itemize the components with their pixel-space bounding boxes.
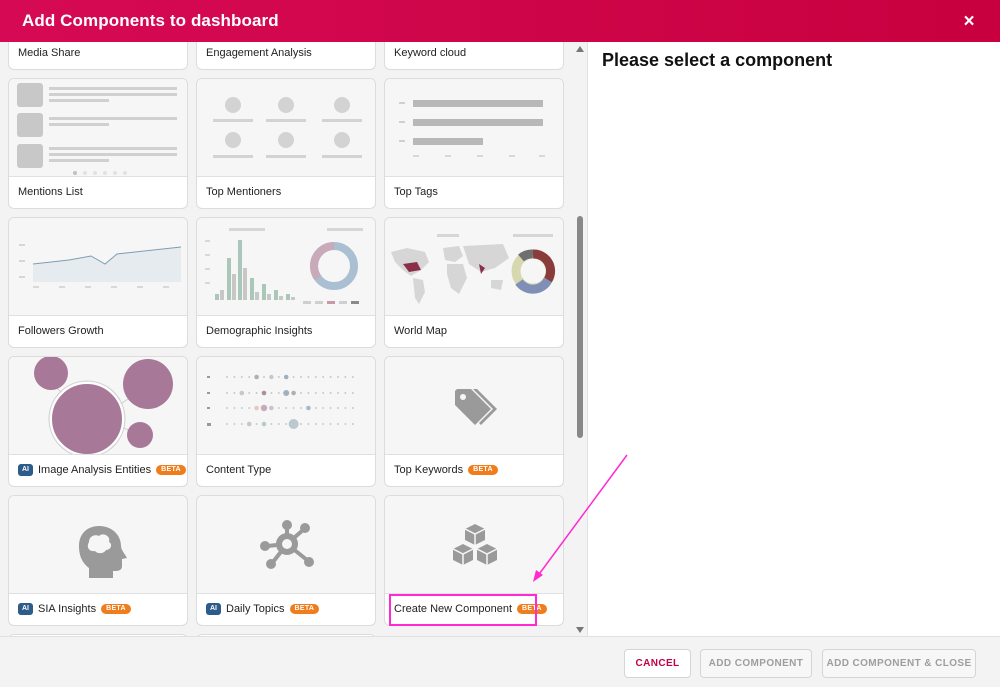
- card-label: Followers Growth: [18, 325, 104, 337]
- ai-badge: AI: [206, 603, 221, 615]
- daily-topics-preview: [197, 496, 375, 594]
- card-label: Top Mentioners: [206, 186, 282, 198]
- cancel-button[interactable]: CANCEL: [624, 649, 691, 678]
- card-label: Top Tags: [394, 186, 438, 198]
- card-label: Daily Topics: [226, 603, 285, 615]
- component-card-top-keywords[interactable]: Top Keywords BETA: [384, 356, 564, 487]
- top-keywords-preview: [385, 357, 563, 455]
- add-component-button[interactable]: ADD COMPONENT: [700, 649, 812, 678]
- card-label: Media Share: [18, 47, 81, 59]
- mentions-list-preview: [9, 79, 187, 177]
- component-card-keyword-cloud[interactable]: Keyword cloud: [384, 42, 564, 70]
- followers-growth-preview: [9, 218, 187, 316]
- beta-badge: BETA: [156, 465, 186, 475]
- card-label: Mentions List: [18, 186, 83, 198]
- beta-badge: BETA: [468, 465, 498, 475]
- image-analysis-preview: [9, 357, 187, 455]
- scroll-up-arrow-icon[interactable]: [576, 46, 584, 52]
- scroll-down-arrow-icon[interactable]: [576, 627, 584, 633]
- ai-badge: AI: [18, 603, 33, 615]
- brain-head-icon: [79, 526, 127, 578]
- add-component-and-close-button[interactable]: ADD COMPONENT & CLOSE: [822, 649, 976, 678]
- card-label: Keyword cloud: [394, 47, 467, 59]
- component-card-mentions-list[interactable]: Mentions List: [8, 78, 188, 209]
- card-label: SIA Insights: [38, 603, 97, 615]
- sia-insights-preview: [9, 496, 187, 594]
- grid-scrollbar[interactable]: [573, 42, 587, 636]
- card-label: World Map: [394, 325, 447, 337]
- component-card-media-share[interactable]: Media Share: [8, 42, 188, 70]
- top-mentioners-preview: [197, 79, 375, 177]
- content-type-preview: [197, 357, 375, 455]
- beta-badge: BETA: [101, 604, 131, 614]
- network-hub-icon: [260, 520, 314, 569]
- component-card-content-type[interactable]: Content Type: [196, 356, 376, 487]
- card-label: Content Type: [206, 464, 272, 476]
- dialog-footer: CANCEL ADD COMPONENT ADD COMPONENT & CLO…: [0, 636, 1000, 687]
- component-card-world-map[interactable]: World Map: [384, 217, 564, 348]
- component-card-image-analysis-entities[interactable]: AI Image Analysis Entities BETA: [8, 356, 188, 487]
- scrollbar-thumb[interactable]: [577, 216, 583, 438]
- top-tags-preview: [385, 79, 563, 177]
- card-label: Engagement Analysis: [206, 47, 312, 59]
- component-card-top-tags[interactable]: Top Tags: [384, 78, 564, 209]
- component-grid: Media Share Engagement Analysis Keyword …: [0, 42, 587, 636]
- content-type-dot-matrix: [207, 374, 354, 429]
- component-card-daily-topics[interactable]: AI Daily Topics BETA: [196, 495, 376, 626]
- component-card-top-mentioners[interactable]: Top Mentioners: [196, 78, 376, 209]
- ai-badge: AI: [18, 464, 33, 476]
- component-card-followers-growth[interactable]: Followers Growth: [8, 217, 188, 348]
- component-card-engagement-analysis[interactable]: Engagement Analysis: [196, 42, 376, 70]
- component-card-sia-insights[interactable]: AI SIA Insights BETA: [8, 495, 188, 626]
- card-label: Image Analysis Entities: [38, 464, 152, 476]
- highlight-annotation: [389, 594, 537, 626]
- create-new-preview: [385, 496, 563, 594]
- demographic-insights-preview: [197, 218, 375, 316]
- detail-panel-title: Please select a component: [602, 50, 833, 70]
- card-label: Top Keywords: [394, 464, 464, 476]
- dialog-title: Add Components to dashboard: [22, 11, 279, 30]
- component-card-demographic-insights[interactable]: Demographic Insights: [196, 217, 376, 348]
- world-map-preview: [385, 218, 563, 316]
- dialog-header: Add Components to dashboard ×: [0, 0, 1000, 42]
- component-detail-panel: Please select a component: [587, 42, 1000, 636]
- beta-badge: BETA: [289, 604, 320, 614]
- cubes-icon: [452, 524, 498, 565]
- close-icon[interactable]: ×: [960, 12, 978, 31]
- card-label: Demographic Insights: [206, 325, 313, 337]
- tag-icon: [455, 389, 497, 425]
